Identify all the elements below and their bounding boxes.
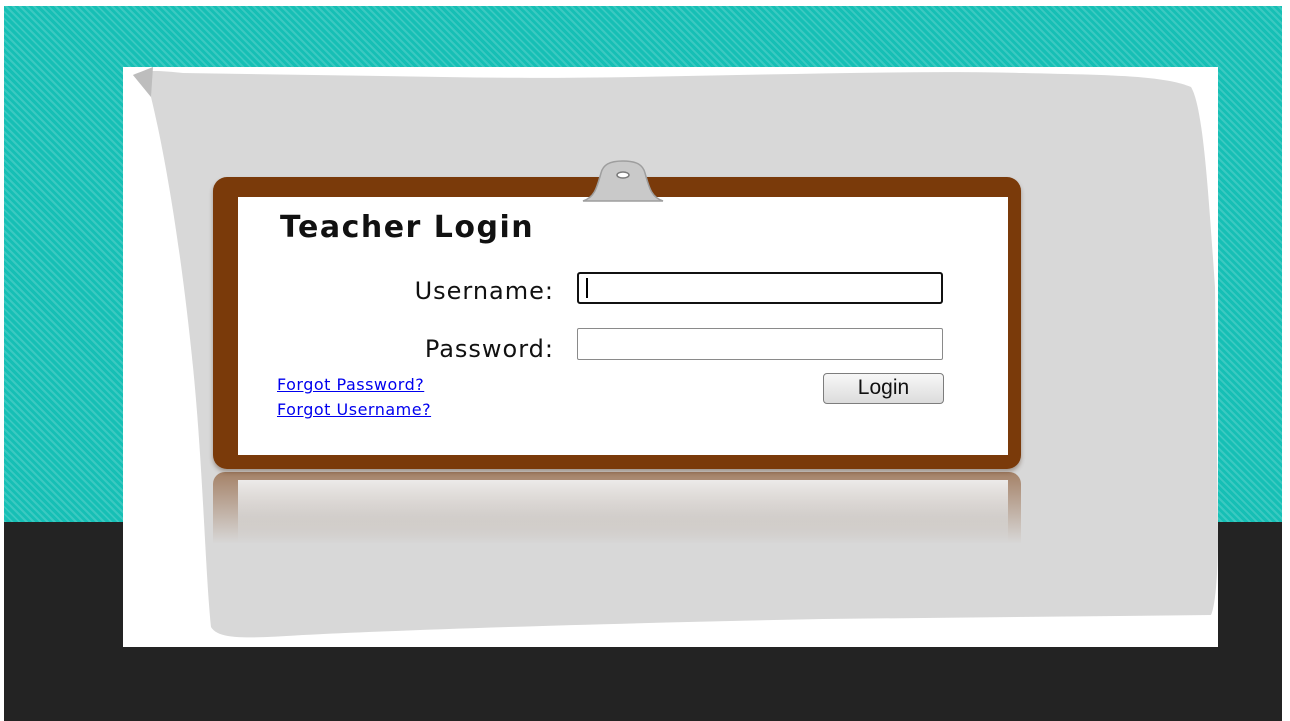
password-field[interactable]: [577, 328, 943, 360]
password-label: Password:: [424, 335, 554, 363]
username-label: Username:: [414, 277, 554, 305]
username-field[interactable]: [577, 272, 943, 304]
slide: Teacher Login Username: Password: Forgot…: [4, 6, 1282, 721]
forgot-password-link[interactable]: Forgot Password?: [277, 375, 424, 394]
text-cursor: [586, 278, 588, 298]
forgot-username-link[interactable]: Forgot Username?: [277, 400, 431, 419]
clipboard-reflection-paper: [238, 480, 1008, 555]
login-button[interactable]: Login: [823, 373, 944, 404]
login-screenshot: Teacher Login Username: Password: Forgot…: [123, 67, 1218, 647]
page-title: Teacher Login: [280, 210, 535, 245]
clipboard-clip-icon: [582, 160, 664, 202]
